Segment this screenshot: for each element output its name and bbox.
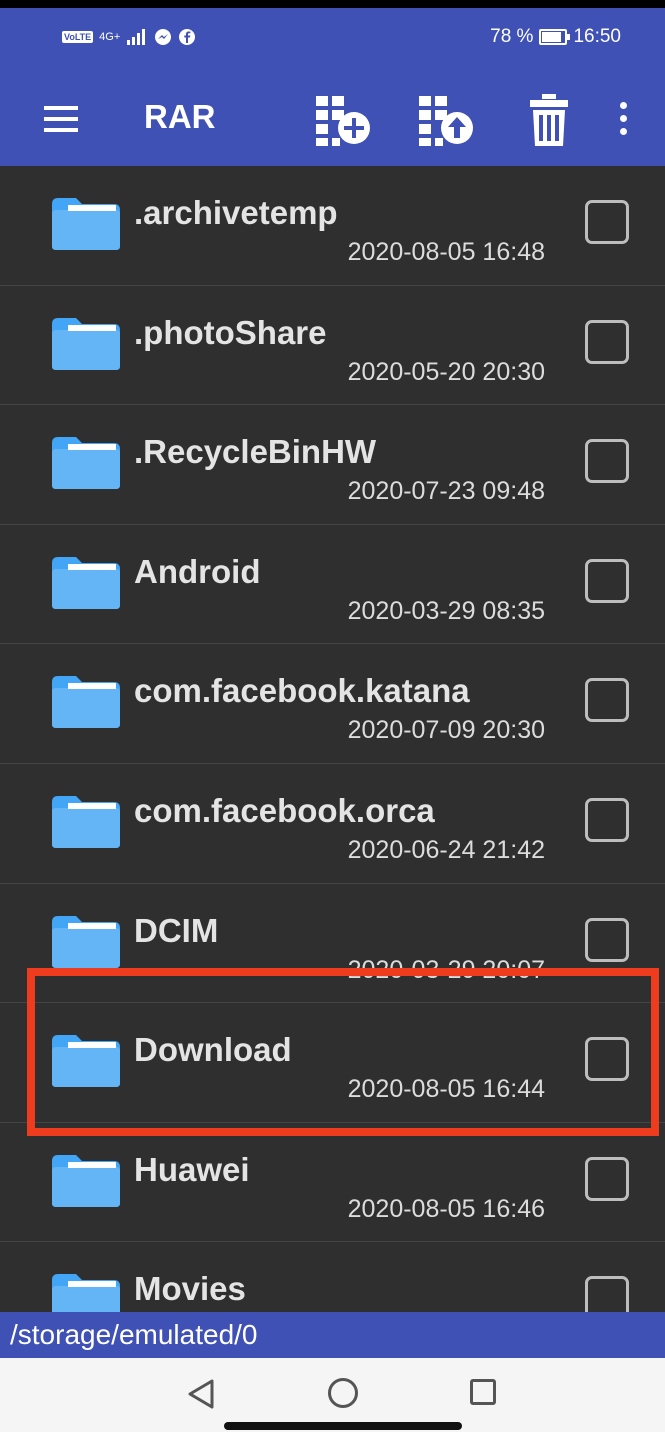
app-toolbar: RAR — [0, 78, 665, 166]
status-left: VoLTE 4G+ — [62, 28, 196, 46]
select-checkbox[interactable] — [585, 558, 629, 603]
recents-icon[interactable] — [470, 1379, 496, 1405]
back-icon[interactable] — [186, 1378, 216, 1410]
select-checkbox[interactable] — [585, 917, 629, 962]
file-name: Download — [134, 1031, 292, 1069]
signal-icon — [127, 29, 146, 45]
file-name: Huawei — [134, 1150, 250, 1188]
file-name: com.facebook.katana — [134, 672, 470, 710]
file-row[interactable]: .archivetemp 2020-08-05 16:48 — [0, 166, 665, 286]
file-date: 2020-08-05 16:46 — [347, 1194, 545, 1223]
file-date: 2020-03-29 08:35 — [347, 596, 545, 625]
battery-percent: 78 % — [490, 26, 534, 47]
battery-icon — [539, 29, 571, 45]
folder-icon — [52, 795, 120, 848]
archive-add-icon[interactable] — [312, 92, 374, 148]
folder-icon — [52, 317, 120, 370]
status-right: 78 % 16:50 — [490, 26, 621, 48]
folder-icon — [52, 1035, 120, 1088]
select-checkbox[interactable] — [585, 797, 629, 842]
file-date: 2020-03-29 20:07 — [347, 955, 545, 984]
home-icon[interactable] — [328, 1378, 358, 1408]
file-date: 2020-06-24 21:42 — [347, 835, 545, 864]
file-row[interactable]: com.facebook.katana 2020-07-09 20:30 — [0, 644, 665, 764]
file-date: 2020-07-23 09:48 — [347, 477, 545, 506]
network-type: 4G+ — [99, 31, 121, 43]
file-date: 2020-05-20 20:30 — [347, 357, 545, 386]
file-name: .RecycleBinHW — [134, 433, 377, 471]
menu-icon[interactable] — [44, 106, 78, 136]
clock: 16:50 — [573, 26, 621, 47]
file-name: DCIM — [134, 911, 219, 949]
battery-fill — [542, 32, 562, 42]
file-row[interactable]: Download 2020-08-05 16:44 — [0, 1003, 665, 1123]
gesture-bar[interactable] — [224, 1422, 462, 1430]
select-checkbox[interactable] — [585, 678, 629, 723]
file-row[interactable]: com.facebook.orca 2020-06-24 21:42 — [0, 763, 665, 884]
select-checkbox[interactable] — [585, 439, 629, 484]
file-row[interactable]: .photoShare 2020-05-20 20:30 — [0, 285, 665, 406]
select-checkbox[interactable] — [585, 1037, 629, 1082]
file-name: Movies — [134, 1270, 246, 1308]
app-title: RAR — [144, 98, 216, 135]
file-name: .photoShare — [134, 313, 327, 351]
messenger-icon — [155, 29, 172, 45]
select-checkbox[interactable] — [585, 319, 629, 364]
file-name: .archivetemp — [134, 194, 338, 231]
file-row[interactable]: DCIM 2020-03-29 20:07 — [0, 883, 665, 1004]
folder-icon — [52, 437, 120, 490]
folder-icon — [52, 556, 120, 609]
file-row[interactable]: .RecycleBinHW 2020-07-23 09:48 — [0, 405, 665, 525]
folder-icon — [52, 915, 120, 968]
volte-badge: VoLTE — [62, 31, 94, 43]
folder-icon — [52, 1154, 120, 1207]
navigation-bar — [0, 1358, 665, 1432]
select-checkbox[interactable] — [585, 200, 629, 244]
archive-extract-icon[interactable] — [415, 92, 477, 148]
file-name: com.facebook.orca — [134, 791, 435, 829]
file-date: 2020-08-05 16:48 — [347, 238, 545, 266]
status-bar: VoLTE 4G+ 78 % 16:50 — [0, 8, 665, 78]
file-name: Android — [134, 552, 261, 590]
path-bar: /storage/emulated/0 — [0, 1312, 665, 1358]
facebook-icon — [179, 29, 196, 45]
file-list[interactable]: .archivetemp 2020-08-05 16:48 .photoShare 2… — [0, 166, 665, 1312]
folder-icon — [52, 676, 120, 729]
file-date: 2020-08-05 16:44 — [347, 1075, 545, 1104]
file-date: 2020-07-09 20:30 — [347, 716, 545, 745]
folder-icon — [52, 1274, 120, 1312]
file-row[interactable]: Movies — [0, 1242, 665, 1312]
file-row[interactable]: Huawei 2020-08-05 16:46 — [0, 1122, 665, 1243]
more-vert-icon[interactable] — [620, 102, 628, 141]
select-checkbox[interactable] — [585, 1276, 629, 1312]
folder-icon — [52, 198, 120, 250]
trash-icon[interactable] — [528, 92, 570, 148]
file-row[interactable]: Android 2020-03-29 08:35 — [0, 524, 665, 645]
top-edge — [0, 0, 665, 8]
select-checkbox[interactable] — [585, 1156, 629, 1201]
